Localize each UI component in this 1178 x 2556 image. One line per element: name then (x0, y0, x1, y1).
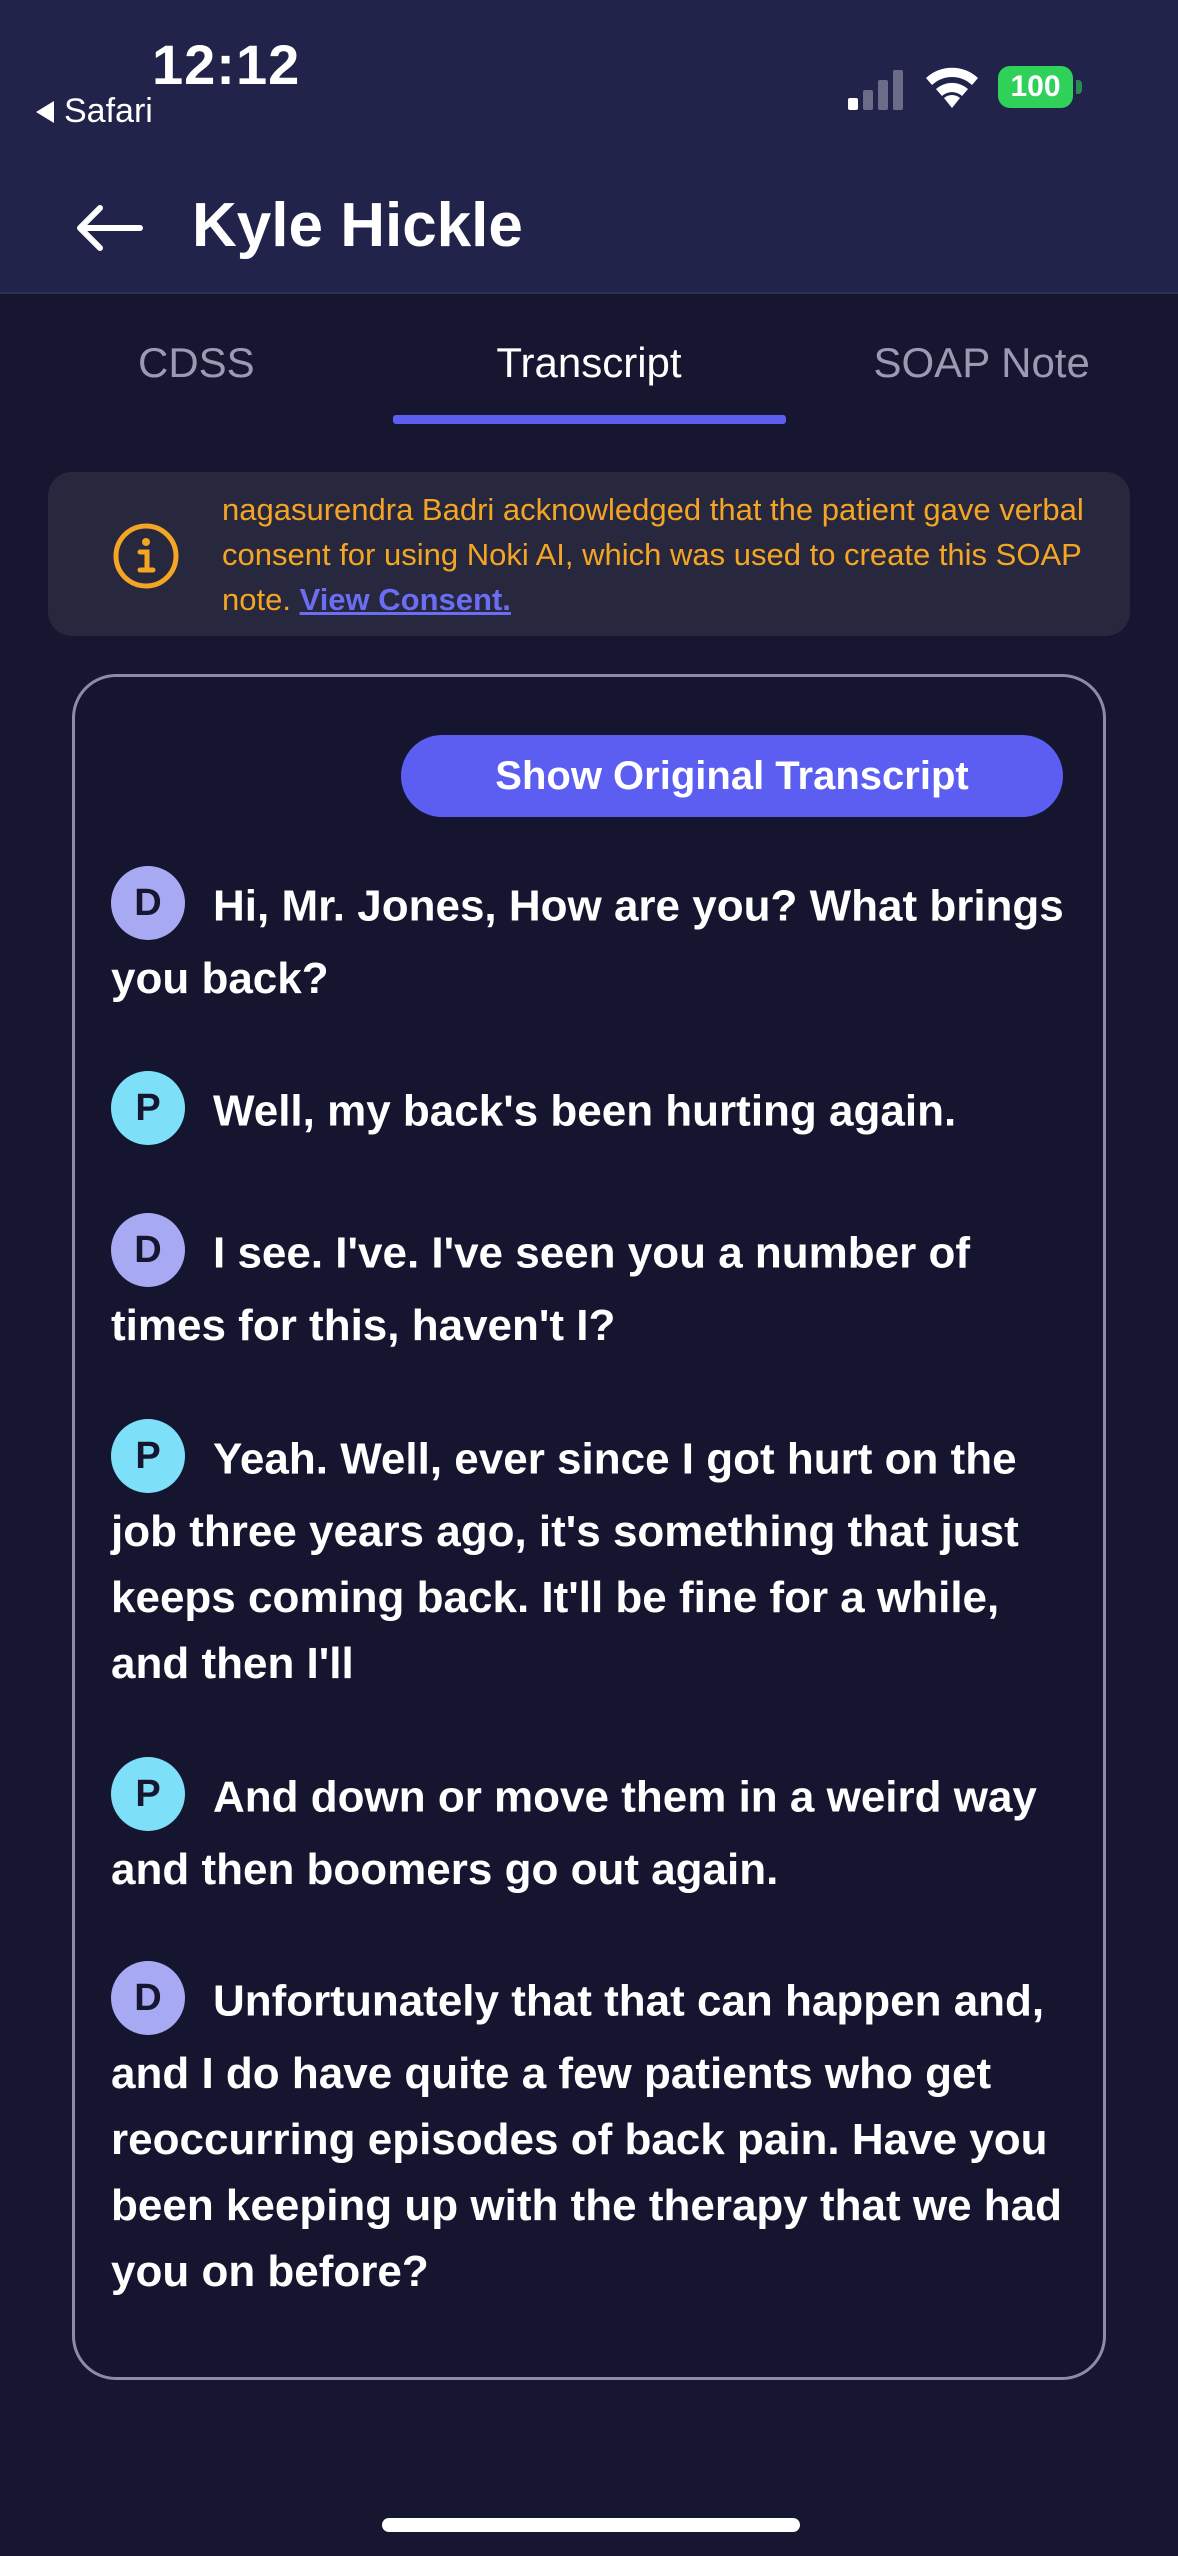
doctor-avatar: D (111, 1961, 185, 2035)
tab-soap-note[interactable]: SOAP Note (785, 294, 1178, 432)
transcript-message: P Yeah. Well, ever since I got hurt on th… (111, 1419, 1071, 1697)
wifi-icon (926, 67, 978, 108)
cellular-signal-icon (848, 70, 903, 110)
tab-soap-note-label: SOAP Note (873, 339, 1090, 386)
doctor-avatar: D (111, 1213, 185, 1287)
view-consent-link[interactable]: View Consent. (300, 582, 511, 617)
patient-avatar: P (111, 1071, 185, 1145)
transcript-message: D Unfortunately that that can happen and,… (111, 1961, 1071, 2305)
transcript-message: DI see. I've. I've seen you a number of … (111, 1213, 1071, 1359)
transcript-card: Show Original Transcript D Hi, Mr. Jones,… (72, 674, 1106, 2380)
tab-cdss[interactable]: CDSS (0, 294, 393, 432)
back-triangle-icon (36, 100, 54, 123)
message-text: Yeah. Well, ever since I got hurt on the… (111, 1434, 1019, 1688)
show-original-transcript-button[interactable]: Show Original Transcript (401, 735, 1063, 817)
home-indicator[interactable] (382, 2518, 800, 2532)
transcript-screen: 12:12 Safari 100 Kyle Hickle CDSS Transc… (0, 0, 1178, 2556)
back-app-label: Safari (64, 92, 153, 130)
status-time: 12:12 (152, 33, 301, 96)
message-text: Unfortunately that that can happen and, … (111, 1976, 1063, 2296)
transcript-message: P And down or move them in a weird way an… (111, 1757, 1071, 1903)
tab-transcript-label: Transcript (496, 339, 682, 386)
consent-banner: nagasurendra Badri acknowledged that the… (48, 472, 1130, 636)
patient-avatar: P (111, 1757, 185, 1831)
consent-text: nagasurendra Badri acknowledged that the… (222, 472, 1142, 636)
back-to-safari-link[interactable]: Safari (36, 92, 153, 131)
message-text: And down or move them in a weird way and… (111, 1772, 1037, 1894)
tab-transcript[interactable]: Transcript (392, 294, 786, 432)
transcript-message: D Hi, Mr. Jones, How are you? What brings… (111, 866, 1071, 1012)
transcript-message: P Well, my back's been hurting again. (111, 1071, 1071, 1151)
patient-avatar: P (111, 1419, 185, 1493)
active-tab-indicator (392, 415, 786, 424)
message-text: Well, my back's been hurting again. (213, 1086, 957, 1136)
message-text: I see. I've. I've seen you a number of t… (111, 1228, 971, 1350)
back-arrow-icon[interactable] (72, 202, 144, 254)
tab-cdss-label: CDSS (137, 339, 255, 386)
status-bar: 12:12 Safari 100 (0, 0, 1178, 150)
battery-level: 100 (998, 66, 1074, 108)
doctor-avatar: D (111, 866, 185, 940)
app-header: 12:12 Safari 100 Kyle Hickle (0, 0, 1178, 294)
tab-bar: CDSS Transcript SOAP Note (0, 294, 1178, 432)
battery-icon: 100 (998, 66, 1082, 108)
message-text: Hi, Mr. Jones, How are you? What brings … (111, 881, 1064, 1003)
title-bar: Kyle Hickle (0, 160, 1178, 294)
page-title: Kyle Hickle (192, 191, 523, 260)
info-icon (113, 523, 179, 589)
